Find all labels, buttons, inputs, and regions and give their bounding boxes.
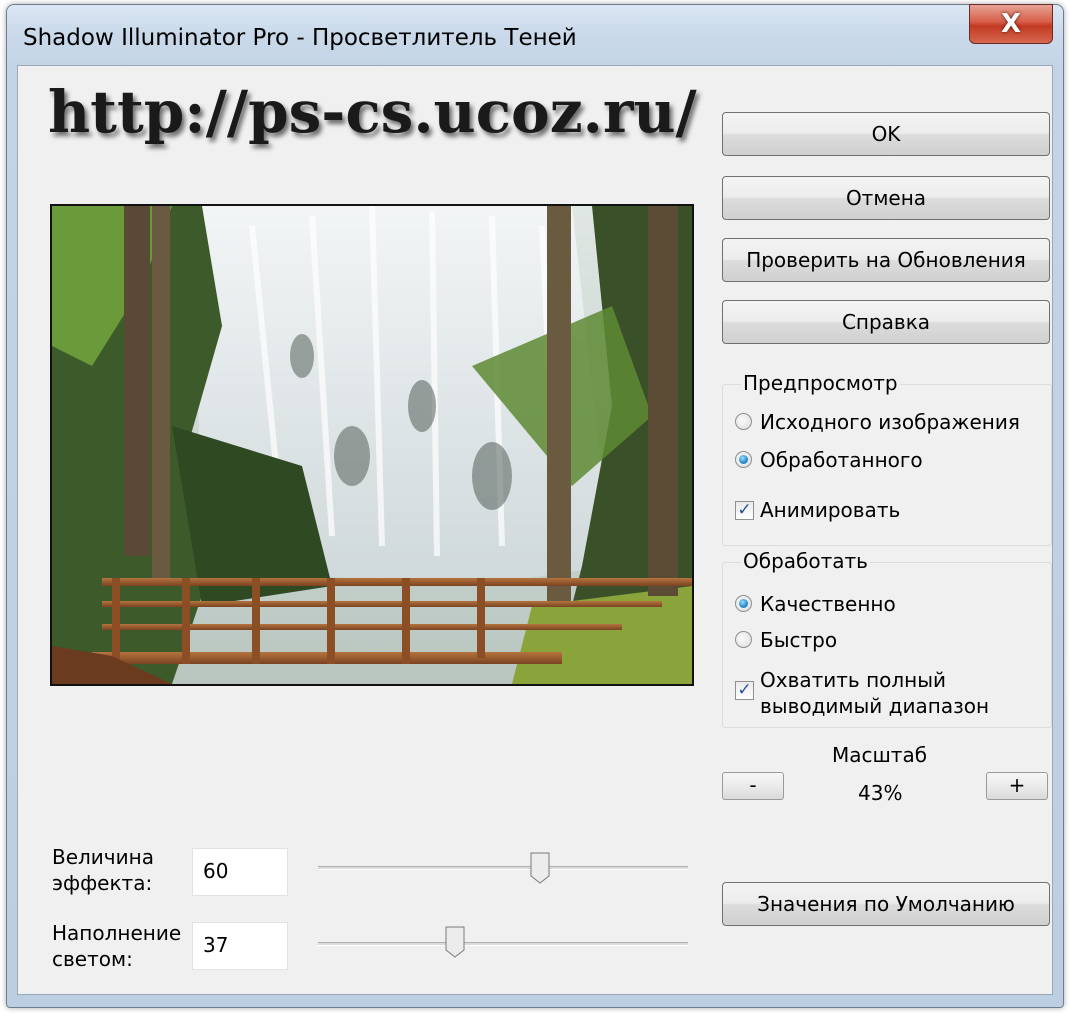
preview-processed-option[interactable]: Обработанного xyxy=(735,447,923,473)
waterfall-photo-icon xyxy=(52,206,692,684)
check-updates-button[interactable]: Проверить на Обновления xyxy=(722,238,1050,282)
fill-label-line1: Наполнение xyxy=(52,921,182,945)
full-range-option[interactable]: ✓ Охватить полный выводимый диапазон xyxy=(735,667,989,719)
fill-label-line2: светом: xyxy=(52,947,133,971)
full-range-checkbox[interactable]: ✓ xyxy=(735,681,754,700)
close-icon: X xyxy=(1000,9,1022,39)
radio-original[interactable] xyxy=(735,413,752,430)
effect-label: Величина эффекта: xyxy=(52,844,154,896)
radio-fast[interactable] xyxy=(735,631,752,648)
fill-label: Наполнение светом: xyxy=(52,920,181,972)
fast-option[interactable]: Быстро xyxy=(735,627,837,653)
effect-input[interactable]: 60 xyxy=(192,848,288,896)
preview-original-option[interactable]: Исходного изображения xyxy=(735,409,1020,435)
effect-slider-thumb[interactable] xyxy=(530,852,550,884)
radio-quality[interactable] xyxy=(735,595,752,612)
effect-label-line2: эффекта: xyxy=(52,871,153,895)
preview-group-title: Предпросмотр xyxy=(741,371,900,395)
radio-processed[interactable] xyxy=(735,451,752,468)
preview-original-label: Исходного изображения xyxy=(760,410,1020,434)
ok-button[interactable]: OK xyxy=(722,112,1050,156)
quality-label: Качественно xyxy=(760,592,896,616)
preview-group: Предпросмотр Исходного изображения Обраб… xyxy=(722,371,1052,546)
effect-label-line1: Величина xyxy=(52,845,154,869)
animate-checkbox[interactable]: ✓ xyxy=(735,501,754,520)
preview-image[interactable] xyxy=(50,204,694,686)
dialog-window: Shadow Illuminator Pro - Просветлитель Т… xyxy=(6,4,1064,1008)
quality-option[interactable]: Качественно xyxy=(735,591,896,617)
preview-processed-label: Обработанного xyxy=(760,448,923,472)
full-range-label-line1: Охватить полный xyxy=(760,668,947,692)
effect-slider-track[interactable] xyxy=(318,866,688,870)
title-bar[interactable]: Shadow Illuminator Pro - Просветлитель Т… xyxy=(7,4,1063,65)
watermark-text: http://ps-cs.ucoz.ru/ xyxy=(48,78,697,146)
full-range-label-line2: выводимый диапазон xyxy=(760,694,990,718)
full-range-label: Охватить полный выводимый диапазон xyxy=(760,667,989,719)
process-group: Обработать Качественно Быстро ✓ Охватить… xyxy=(722,549,1052,728)
zoom-in-button[interactable]: + xyxy=(986,772,1048,800)
fill-input[interactable]: 37 xyxy=(192,922,288,970)
fill-slider-thumb[interactable] xyxy=(445,926,465,958)
zoom-label: Масштаб xyxy=(832,743,928,767)
cancel-button[interactable]: Отмена xyxy=(722,176,1050,220)
defaults-button[interactable]: Значения по Умолчанию xyxy=(722,882,1050,926)
fill-slider-track[interactable] xyxy=(318,942,688,946)
close-button[interactable]: X xyxy=(969,4,1053,44)
zoom-out-button[interactable]: - xyxy=(722,772,784,800)
dialog-body: http://ps-cs.ucoz.ru/ OK Отмена Проверит… xyxy=(17,65,1053,995)
fast-label: Быстро xyxy=(760,628,838,652)
zoom-value: 43% xyxy=(858,781,903,805)
window-title: Shadow Illuminator Pro - Просветлитель Т… xyxy=(23,25,577,51)
animate-option[interactable]: ✓ Анимировать xyxy=(735,497,900,523)
animate-label: Анимировать xyxy=(760,498,901,522)
help-button[interactable]: Справка xyxy=(722,300,1050,344)
process-group-title: Обработать xyxy=(741,549,870,573)
